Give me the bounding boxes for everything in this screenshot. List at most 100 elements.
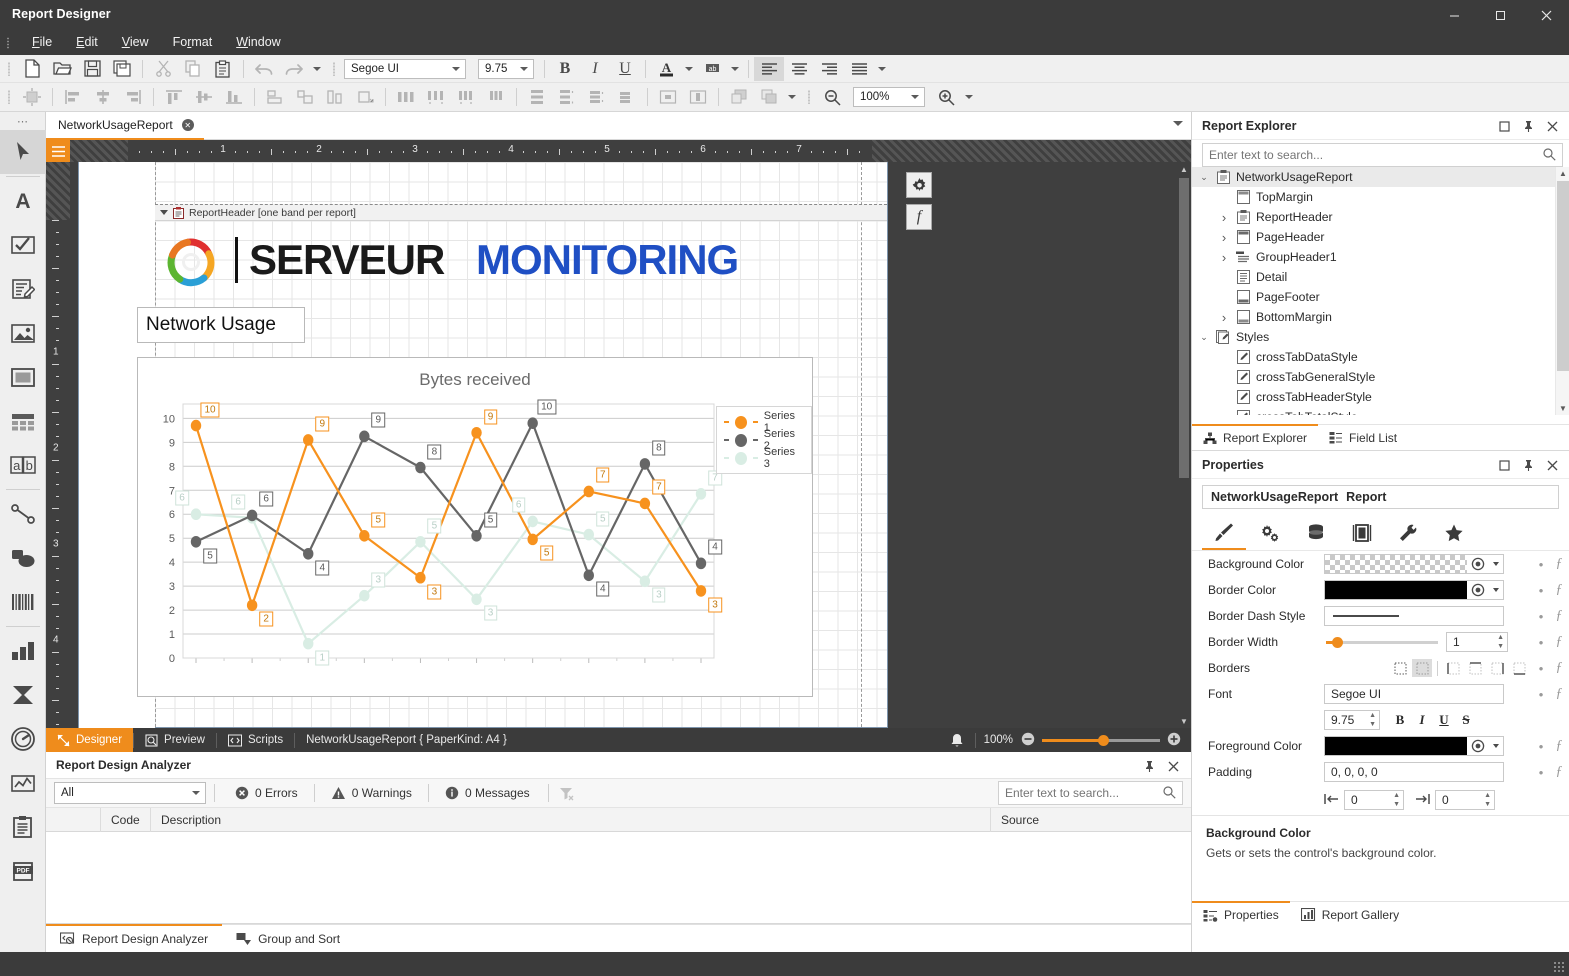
strikethrough-icon[interactable]: S [1455,710,1477,730]
property-control[interactable] [1324,659,1533,677]
cut-icon[interactable] [148,57,178,81]
bold-icon[interactable]: B [550,57,580,81]
zoom-in-button[interactable] [1167,732,1181,749]
grid-col-blank[interactable] [46,807,101,832]
expression-editor-icon[interactable]: ƒ [1549,764,1569,780]
tree-node-pageheader[interactable]: › PageHeader [1192,227,1555,247]
restore-icon[interactable] [1493,116,1515,136]
tree-node-crosstabheaderstyle[interactable]: crossTabHeaderStyle [1192,387,1555,407]
spinner-arrows[interactable]: ▲ ▼ [1369,712,1376,728]
messages-chip[interactable]: 0 Messages [433,779,542,808]
chevron-down-icon[interactable] [1489,737,1503,755]
reset-property-dot[interactable]: • [1533,557,1549,572]
decrease-h-spacing-icon[interactable] [451,85,481,109]
close-icon[interactable]: ✕ [181,119,194,131]
close-icon[interactable] [1541,455,1563,475]
shape-tool[interactable] [0,536,46,580]
chevron-down-icon[interactable]: ⌄ [1198,332,1210,343]
border-right-icon[interactable] [1487,659,1507,677]
check-box-tool[interactable] [0,223,46,267]
bell-icon[interactable] [939,728,975,752]
border-color-field[interactable] [1324,580,1504,600]
tab-group-and-sort[interactable]: Group and Sort [222,925,354,953]
menu-window[interactable]: Window [224,30,292,55]
tree-node-crosstabgeneralstyle[interactable]: crossTabGeneralStyle [1192,367,1555,387]
chevron-down-icon[interactable] [1489,581,1503,599]
zoom-more-dropdown[interactable] [961,85,977,109]
background-color-field[interactable] [1324,554,1504,574]
center-horizontally-icon[interactable] [653,85,683,109]
tab-report-explorer[interactable]: Report Explorer [1192,423,1319,451]
panel-tool[interactable] [0,355,46,399]
expression-editor-icon[interactable]: ƒ [1549,582,1569,598]
font-size-spinner[interactable]: 9.75 ▲ ▼ [1324,710,1380,730]
vertical-spacing-icon[interactable] [522,85,552,109]
report-title-label[interactable]: Network Usage [137,307,305,343]
grid-col-source[interactable]: Source [991,808,1191,832]
tree-node-groupheader1[interactable]: › GroupHeader1 [1192,247,1555,267]
property-control[interactable] [1324,606,1533,626]
gauge-tool[interactable] [0,717,46,761]
property-control[interactable]: 0 ▲ ▼ 0 ▲ ▼ [1324,790,1533,810]
table-tool[interactable] [0,399,46,443]
align-justify-icon[interactable] [844,57,874,81]
restore-icon[interactable] [1493,455,1515,475]
highlight-color-icon[interactable]: ab [697,57,727,81]
close-button[interactable] [1523,0,1569,30]
toolbar-grip-3[interactable] [4,88,14,106]
reset-property-dot[interactable]: • [1533,739,1549,754]
document-tab[interactable]: NetworkUsageReport ✕ [46,112,204,140]
gear-icon[interactable] [906,172,932,198]
redo-icon[interactable] [279,57,309,81]
resize-grip[interactable] [1553,961,1565,973]
line-tool[interactable] [0,492,46,536]
scroll-up-icon[interactable]: ▲ [1556,167,1569,180]
reset-property-dot[interactable]: • [1533,583,1549,598]
alignment-more-dropdown[interactable] [874,57,890,81]
make-same-height-icon[interactable] [320,85,350,109]
errors-chip[interactable]: 0 Errors [223,779,310,808]
tab-report-gallery[interactable]: Report Gallery [1290,902,1410,928]
spinner-arrows[interactable]: ▲ ▼ [1497,634,1504,650]
clear-filter-icon[interactable] [555,779,579,808]
menu-file[interactable]: File [20,30,64,55]
color-picker-icon[interactable] [1467,581,1489,599]
chevron-right-icon[interactable]: › [1218,230,1230,245]
reset-property-dot[interactable]: • [1533,635,1549,650]
color-picker-icon[interactable] [1467,737,1489,755]
reset-property-dot[interactable]: • [1533,765,1549,780]
align-right-icon[interactable] [814,57,844,81]
ruler-menu-button[interactable] [46,140,70,162]
spinner-arrows[interactable]: ▲ ▼ [1393,792,1400,808]
zoom-in-icon[interactable] [931,85,961,109]
tab-scripts[interactable]: Scripts [217,728,294,752]
property-control[interactable] [1324,554,1533,574]
new-file-icon[interactable] [17,57,47,81]
scrollbar-thumb[interactable] [1557,181,1569,371]
zoom-out-icon[interactable] [817,85,847,109]
chevron-right-icon[interactable]: › [1218,210,1230,225]
align-to-grid-icon[interactable] [17,85,47,109]
pin-icon[interactable] [1517,455,1539,475]
character-comb-tool[interactable]: ab [0,443,46,487]
spinner-arrows[interactable]: ▲ ▼ [1484,792,1491,808]
align-bottoms-icon[interactable] [219,85,249,109]
favorites-tab[interactable] [1432,516,1476,550]
highlight-color-dropdown[interactable] [727,57,743,81]
grid-col-code[interactable]: Code [101,807,151,832]
warnings-chip[interactable]: 0 Warnings [319,779,424,808]
menu-format[interactable]: Format [161,30,225,55]
align-centers-icon[interactable] [88,85,118,109]
italic-icon[interactable]: I [580,57,610,81]
reset-property-dot[interactable]: • [1533,661,1549,676]
horizontal-spacing-icon[interactable] [391,85,421,109]
border-dash-style-combo[interactable] [1324,606,1504,626]
padding-field[interactable]: 0, 0, 0, 0 [1324,762,1504,782]
zoom-slider-group[interactable] [1021,732,1191,749]
zoom-combo[interactable]: 100% [853,87,925,107]
copy-icon[interactable] [178,57,208,81]
report-canvas[interactable]: ReportHeader [one band per report] SERVE… [70,162,1191,728]
scroll-up-icon[interactable]: ▲ [1177,162,1191,176]
font-color-dropdown[interactable] [681,57,697,81]
analyzer-search-input[interactable] [999,785,1182,801]
